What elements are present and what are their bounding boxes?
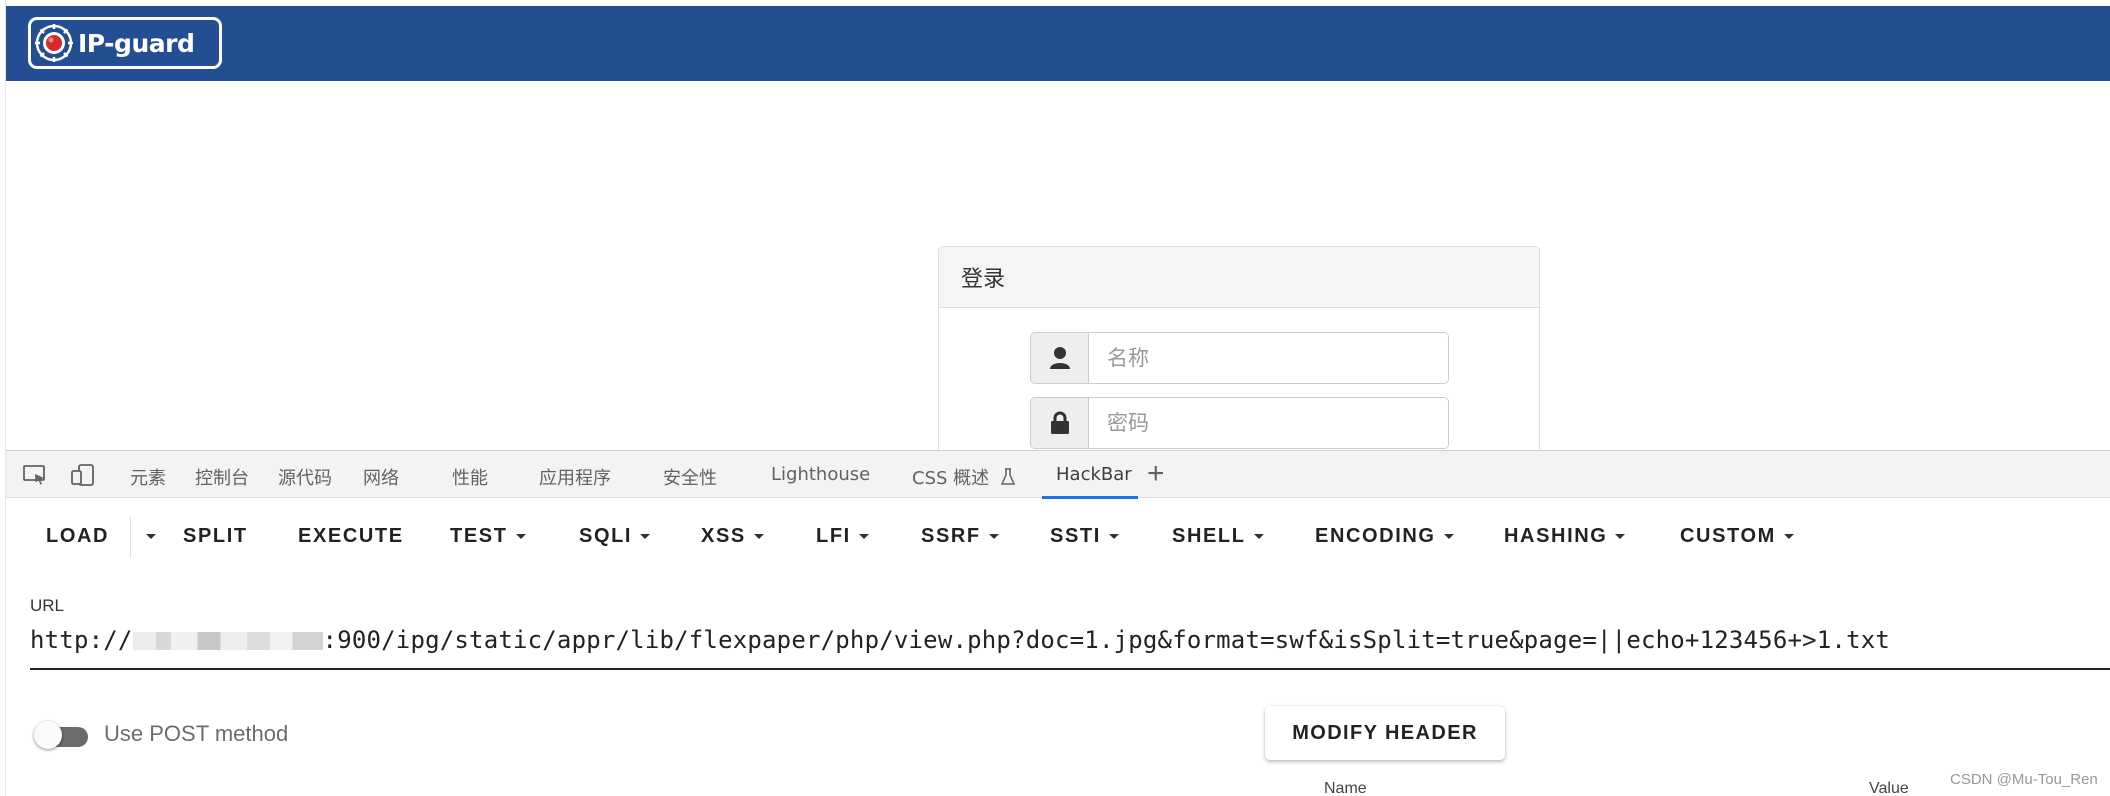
devtools-panel: 元素 控制台 源代码 网络 性能 应用程序 安全性 Lighthouse CSS… bbox=[6, 450, 2110, 796]
chevron-down-icon bbox=[1108, 533, 1119, 539]
chevron-down-icon bbox=[146, 533, 156, 539]
ssti-menu-button[interactable]: SSTI bbox=[1050, 508, 1119, 564]
tab-lighthouse[interactable]: Lighthouse bbox=[771, 464, 870, 485]
tab-sources[interactable]: 源代码 bbox=[278, 464, 332, 490]
ip-guard-logo[interactable]: IP-guard bbox=[28, 17, 222, 69]
user-icon bbox=[1031, 333, 1089, 383]
username-group bbox=[1030, 332, 1449, 384]
tab-css-overview-label: CSS 概述 bbox=[912, 468, 990, 489]
shell-label: SHELL bbox=[1172, 524, 1246, 547]
hackbar-toolbar: LOAD SPLIT EXECUTE TEST SQLI XSS LFI SSR… bbox=[6, 508, 2110, 564]
test-label: TEST bbox=[450, 524, 508, 547]
hashing-label: HASHING bbox=[1504, 524, 1608, 547]
split-button[interactable]: SPLIT bbox=[183, 508, 248, 564]
url-field-underline bbox=[30, 668, 2110, 670]
load-dropdown-button[interactable] bbox=[138, 508, 156, 564]
chevron-down-icon bbox=[858, 533, 869, 539]
chevron-down-icon bbox=[1253, 533, 1264, 539]
login-title: 登录 bbox=[939, 247, 1539, 308]
encoding-label: ENCODING bbox=[1315, 524, 1436, 547]
header-value-column: Value bbox=[1869, 780, 1909, 796]
xss-label: XSS bbox=[701, 524, 746, 547]
encoding-menu-button[interactable]: ENCODING bbox=[1315, 508, 1454, 564]
post-method-label: Use POST method bbox=[104, 721, 289, 746]
lfi-menu-button[interactable]: LFI bbox=[816, 508, 869, 564]
sqli-label: SQLI bbox=[579, 524, 633, 547]
url-label: URL bbox=[30, 596, 65, 615]
ssti-label: SSTI bbox=[1050, 524, 1101, 547]
modify-header-button[interactable]: MODIFY HEADER bbox=[1265, 706, 1505, 760]
device-toolbar-icon[interactable] bbox=[70, 463, 96, 487]
username-input[interactable] bbox=[1089, 333, 1448, 383]
devtools-tabbar: 元素 控制台 源代码 网络 性能 应用程序 安全性 Lighthouse CSS… bbox=[6, 450, 2110, 499]
chevron-down-icon bbox=[753, 533, 764, 539]
tab-performance[interactable]: 性能 bbox=[452, 464, 488, 490]
flask-icon bbox=[1000, 467, 1016, 491]
toggle-knob bbox=[34, 721, 62, 749]
redacted-host bbox=[132, 632, 323, 650]
active-tab-indicator bbox=[1042, 496, 1138, 499]
test-menu-button[interactable]: TEST bbox=[450, 508, 526, 564]
header-name-column: Name bbox=[1324, 780, 1367, 796]
inspect-element-icon[interactable] bbox=[22, 463, 48, 487]
ssrf-label: SSRF bbox=[921, 524, 981, 547]
load-button[interactable]: LOAD bbox=[46, 508, 109, 564]
lfi-label: LFI bbox=[816, 524, 851, 547]
url-prefix: http:// bbox=[30, 626, 133, 654]
sqli-menu-button[interactable]: SQLI bbox=[579, 508, 651, 564]
execute-button[interactable]: EXECUTE bbox=[298, 508, 404, 564]
lock-icon bbox=[1031, 398, 1089, 448]
xss-menu-button[interactable]: XSS bbox=[701, 508, 764, 564]
csdn-watermark: CSDN @Mu-Tou_Ren bbox=[1950, 771, 2098, 788]
chevron-down-icon bbox=[640, 533, 651, 539]
password-group bbox=[1030, 397, 1449, 449]
tab-hackbar[interactable]: HackBar bbox=[1056, 464, 1132, 485]
custom-menu-button[interactable]: CUSTOM bbox=[1680, 508, 1794, 564]
shell-menu-button[interactable]: SHELL bbox=[1172, 508, 1264, 564]
tab-css-overview[interactable]: CSS 概述 bbox=[912, 464, 1016, 491]
tab-network[interactable]: 网络 bbox=[363, 464, 399, 490]
chevron-down-icon bbox=[1615, 533, 1626, 539]
tab-console[interactable]: 控制台 bbox=[195, 464, 249, 490]
tab-elements[interactable]: 元素 bbox=[130, 464, 166, 490]
tab-application[interactable]: 应用程序 bbox=[539, 464, 611, 490]
password-input[interactable] bbox=[1089, 398, 1448, 448]
load-divider bbox=[130, 516, 131, 558]
chevron-down-icon bbox=[988, 533, 999, 539]
chevron-down-icon bbox=[515, 533, 526, 539]
login-panel: 登录 bbox=[938, 246, 1540, 456]
page-viewport: IP-guard 登录 bbox=[0, 0, 2110, 456]
logo-text: IP-guard bbox=[78, 28, 195, 58]
logo-emblem-icon bbox=[34, 23, 74, 63]
hashing-menu-button[interactable]: HASHING bbox=[1504, 508, 1626, 564]
url-suffix: :900/ipg/static/appr/lib/flexpaper/php/v… bbox=[322, 626, 1891, 654]
chevron-down-icon bbox=[1783, 533, 1794, 539]
ssrf-menu-button[interactable]: SSRF bbox=[921, 508, 999, 564]
custom-label: CUSTOM bbox=[1680, 524, 1776, 547]
chevron-down-icon bbox=[1443, 533, 1454, 539]
header-bar: IP-guard bbox=[6, 6, 2110, 81]
add-tab-icon[interactable]: + bbox=[1147, 457, 1165, 491]
url-field[interactable]: http:// :900/ipg/static/appr/lib/flexpape… bbox=[30, 626, 1890, 654]
tab-security[interactable]: 安全性 bbox=[663, 464, 717, 490]
post-method-toggle[interactable] bbox=[34, 718, 90, 750]
